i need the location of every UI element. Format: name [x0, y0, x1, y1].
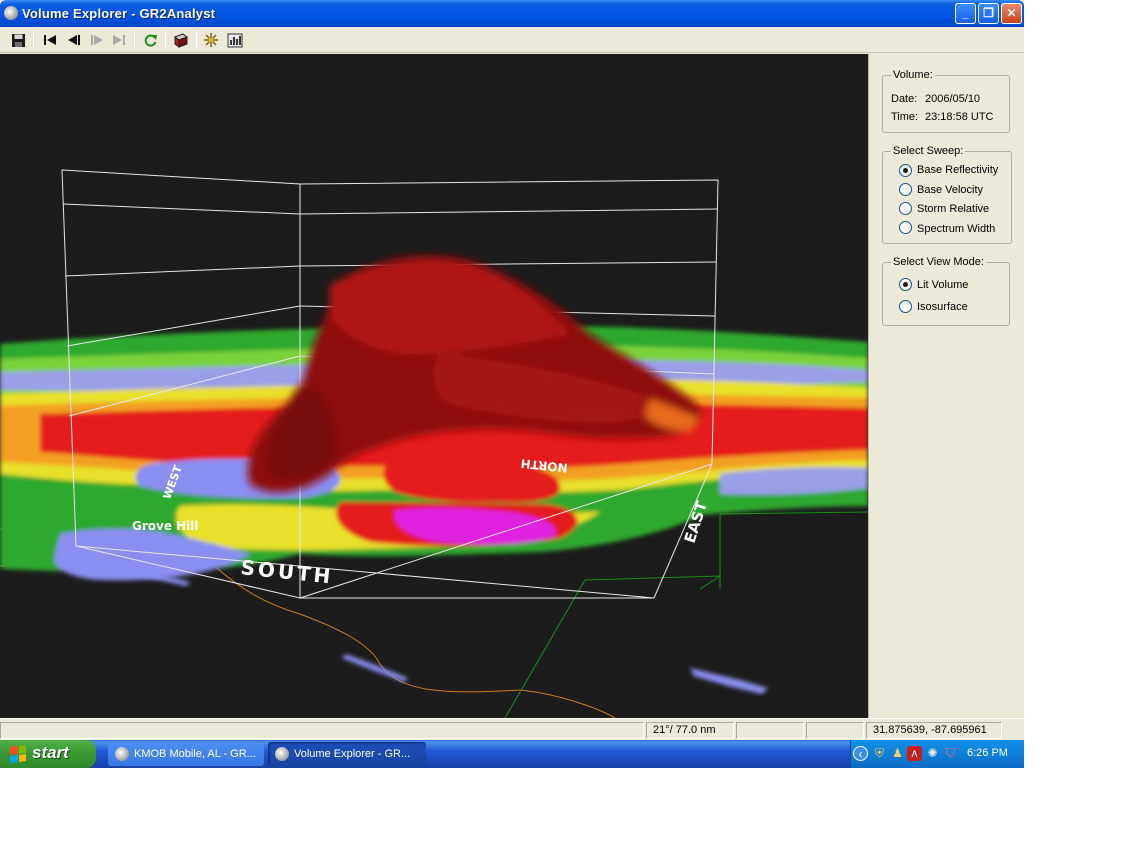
radio-label-spectrum-width[interactable]: Spectrum Width	[917, 223, 995, 235]
save-icon[interactable]	[9, 31, 27, 49]
status-coordinates: 31.875639, -87.695961	[866, 722, 1002, 739]
toolbar	[0, 27, 1024, 53]
minimize-button[interactable]: _	[955, 3, 976, 24]
status-cell-blank-2	[806, 722, 864, 739]
task-label-volume-explorer: Volume Explorer - GR...	[294, 748, 411, 760]
chart-panel-icon[interactable]	[226, 31, 244, 49]
radio-base-velocity[interactable]	[899, 183, 912, 196]
place-label-grove-hill: Grove Hill	[132, 519, 199, 533]
toolbar-separator	[134, 31, 135, 49]
status-angle-range: 21°/ 77.0 nm	[646, 722, 734, 739]
sweep-group-title: Select Sweep:	[891, 145, 966, 157]
volume-viewport[interactable]: Grove Hill SOUTH EAST WEST NORTH	[0, 54, 868, 718]
sparkle-settings-icon[interactable]	[202, 31, 220, 49]
volume-info-group: Volume: Date: 2006/05/10 Time: 23:18:58 …	[882, 69, 1010, 133]
radio-label-isosurface[interactable]: Isosurface	[917, 301, 968, 313]
network-icon[interactable]: ✺	[925, 746, 940, 761]
radio-label-storm-relative[interactable]: Storm Relative	[917, 203, 989, 215]
system-tray: ‹ ⛨ ♟ ᴧ ✺ ⛉ 6:26 PM	[850, 740, 1024, 768]
side-panel: Volume: Date: 2006/05/10 Time: 23:18:58 …	[868, 54, 1024, 718]
acrobat-icon[interactable]: ᴧ	[907, 746, 922, 761]
next-frame-icon[interactable]	[88, 31, 106, 49]
status-cell-blank	[736, 722, 804, 739]
windows-taskbar: start KMOB Mobile, AL - GR... Volume Exp…	[0, 740, 1024, 768]
status-bar: 21°/ 77.0 nm 31.875639, -87.695961	[0, 718, 1024, 740]
refresh-icon[interactable]	[141, 31, 159, 49]
chevron-left-icon[interactable]: ‹	[853, 746, 868, 761]
app-icon[interactable]	[4, 6, 18, 20]
radio-storm-relative[interactable]	[899, 202, 912, 215]
gr2analyst-icon	[115, 747, 129, 761]
close-button[interactable]: ✕	[1001, 3, 1022, 24]
application-window: Volume Explorer - GR2Analyst _ ❐ ✕ Grove…	[0, 0, 1024, 768]
windows-flag-icon	[10, 745, 26, 763]
view-mode-group-title: Select View Mode:	[891, 256, 986, 268]
view-mode-group: Select View Mode: Lit Volume Isosurface	[882, 256, 1010, 326]
toolbar-separator	[33, 31, 34, 49]
time-value: 23:18:58 UTC	[925, 111, 994, 123]
gr2analyst-icon	[275, 747, 289, 761]
date-value: 2006/05/10	[925, 93, 981, 105]
volume-cube-icon[interactable]	[172, 31, 190, 49]
radio-label-base-reflectivity[interactable]: Base Reflectivity	[917, 164, 998, 176]
date-label: Date:	[891, 93, 918, 105]
time-label: Time:	[891, 111, 919, 123]
toolbar-separator	[165, 31, 166, 49]
last-frame-icon[interactable]	[110, 31, 128, 49]
radio-label-lit-volume[interactable]: Lit Volume	[917, 279, 968, 291]
security-shield-icon[interactable]: ⛨	[872, 746, 887, 761]
task-button-kmob[interactable]: KMOB Mobile, AL - GR...	[108, 742, 264, 766]
title-bar[interactable]: Volume Explorer - GR2Analyst _ ❐ ✕	[0, 0, 1024, 27]
task-button-volume-explorer[interactable]: Volume Explorer - GR...	[268, 742, 426, 766]
restore-button[interactable]: ❐	[978, 3, 999, 24]
previous-frame-icon[interactable]	[65, 31, 83, 49]
task-label-kmob: KMOB Mobile, AL - GR...	[134, 748, 256, 760]
radio-base-reflectivity[interactable]	[899, 164, 912, 177]
radar-volume-render[interactable]: Grove Hill SOUTH EAST WEST NORTH	[0, 54, 868, 718]
toolbar-separator	[196, 31, 197, 49]
first-frame-icon[interactable]	[41, 31, 59, 49]
radio-spectrum-width[interactable]	[899, 221, 912, 234]
start-label: start	[32, 743, 69, 762]
sweep-select-group: Select Sweep: Base Reflectivity Base Vel…	[882, 145, 1012, 244]
start-button[interactable]: start	[0, 740, 96, 768]
taskbar-clock[interactable]: 6:26 PM	[967, 747, 1008, 759]
volume-group-title: Volume:	[891, 69, 935, 81]
status-cell-empty	[0, 722, 644, 739]
user-icon[interactable]: ♟	[890, 746, 905, 761]
radio-label-base-velocity[interactable]: Base Velocity	[917, 184, 983, 196]
radio-lit-volume[interactable]	[899, 278, 912, 291]
antivirus-icon[interactable]: ⛉	[943, 746, 958, 761]
window-title: Volume Explorer - GR2Analyst	[22, 6, 216, 21]
radio-isosurface[interactable]	[899, 300, 912, 313]
